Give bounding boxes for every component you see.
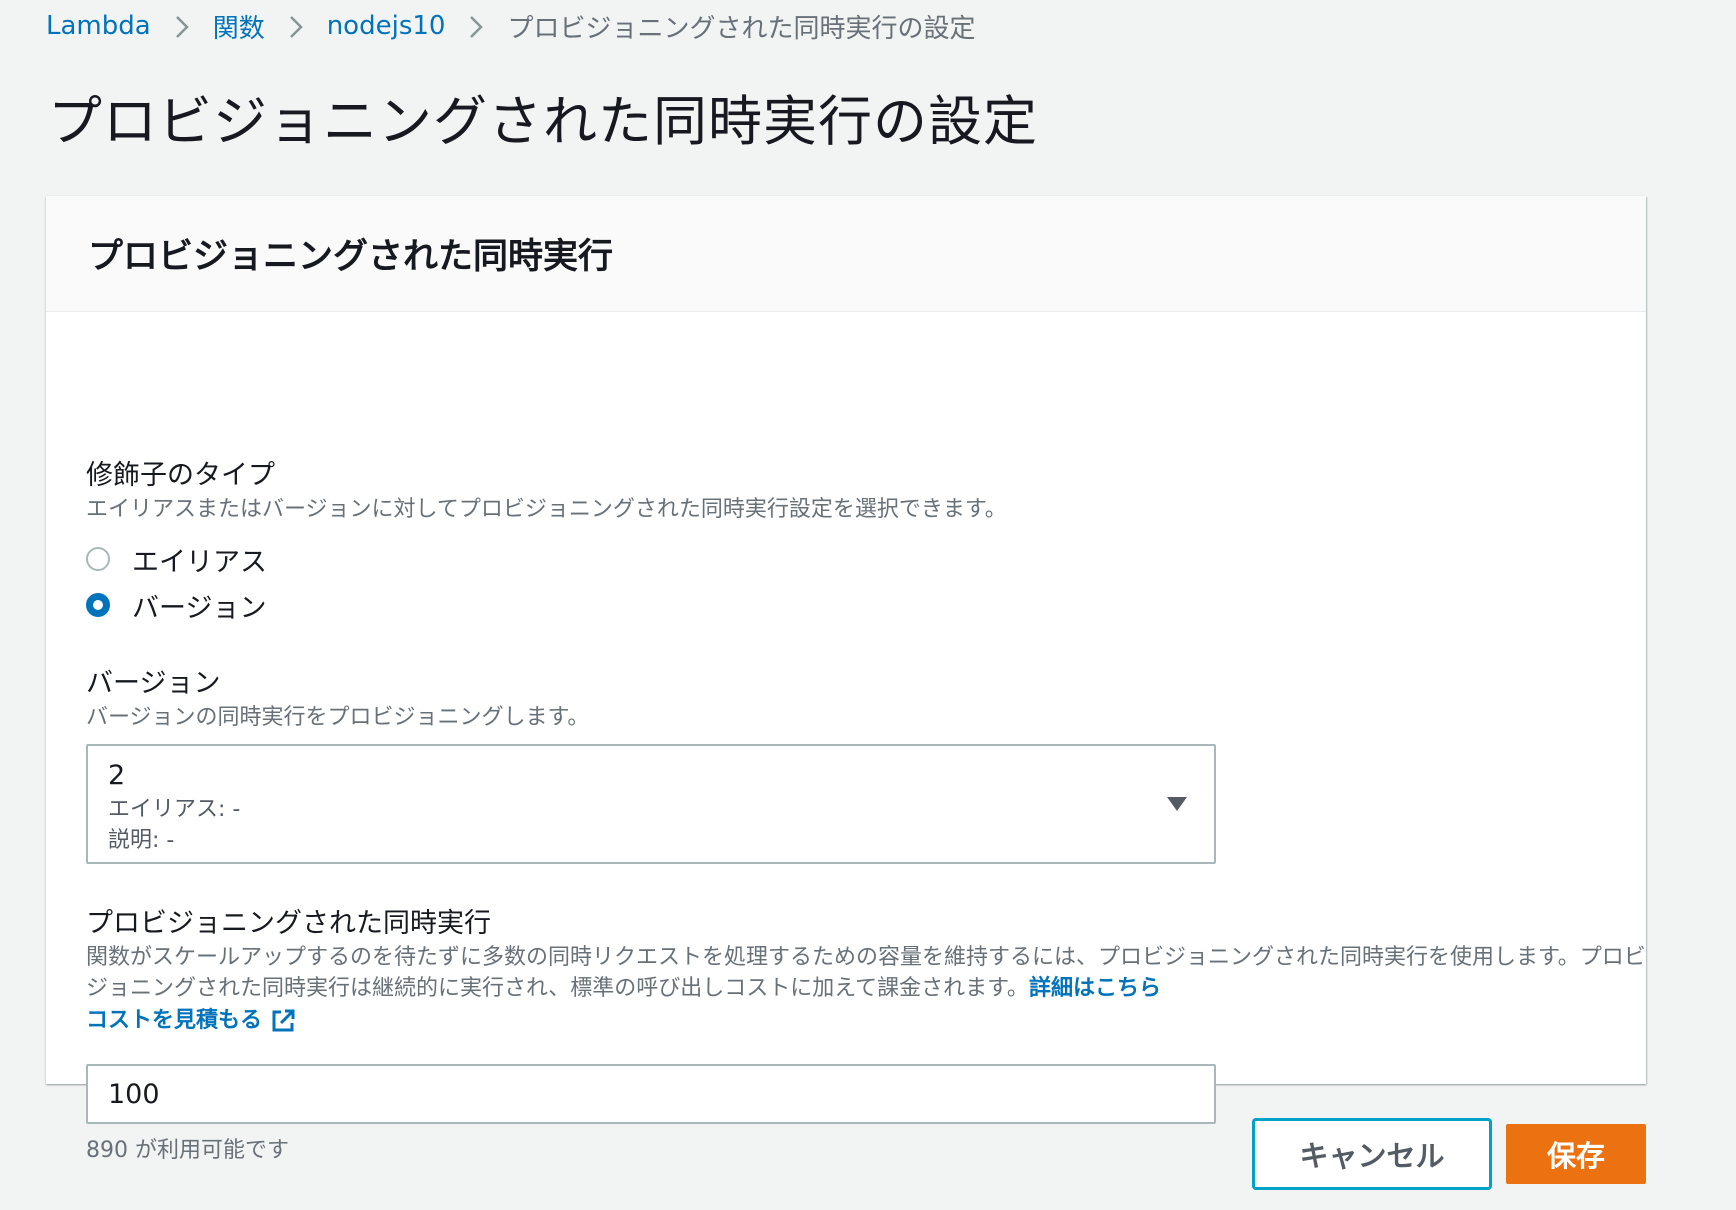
radio-option-alias[interactable]: エイリアス [86,534,1007,584]
breadcrumb-lambda[interactable]: Lambda [46,11,151,41]
radio-alias-label[interactable]: エイリアス [132,540,267,579]
qualifier-type-description: エイリアスまたはバージョンに対してプロビジョニングされた同時実行設定を選択できま… [86,497,1007,522]
breadcrumb-current: プロビジョニングされた同時実行の設定 [507,13,976,44]
chevron-right-icon [445,11,507,41]
estimate-cost-link[interactable]: コストを見積もる [86,1004,296,1038]
provisioned-concurrency-description: 関数がスケールアップするのを待たずに多数の同時リクエストを処理するための容量を維… [86,942,1646,1004]
external-link-icon [272,1009,295,1032]
breadcrumb-functions[interactable]: 関数 [213,8,265,45]
breadcrumb-function-name[interactable]: nodejs10 [327,11,446,41]
version-label: バージョン [86,668,221,699]
radio-option-version[interactable]: バージョン [86,580,1007,630]
save-button[interactable]: 保存 [1506,1124,1646,1184]
provisioned-concurrency-card: プロビジョニングされた同時実行 修飾子のタイプ エイリアスまたはバージョンに対し… [46,196,1646,1163]
learn-more-link[interactable]: 詳細はこちら [1029,976,1161,1001]
chevron-right-icon [265,11,327,41]
radio-version-label[interactable]: バージョン [132,586,266,625]
version-select[interactable]: 2 エイリアス: - 説明: - [86,744,1216,864]
radio-version[interactable] [86,593,110,617]
page-title: プロビジョニングされた同時実行の設定 [48,90,1038,153]
version-select-alias: エイリアス: - [108,797,241,822]
estimate-cost-label[interactable]: コストを見積もる [86,1004,262,1038]
version-select-value: 2 [108,760,126,791]
qualifier-type-field: 修飾子のタイプ エイリアスまたはバージョンに対してプロビジョニングされた同時実行… [86,458,1007,630]
cancel-button[interactable]: キャンセル [1252,1118,1492,1190]
card-header: プロビジョニングされた同時実行 [46,196,1646,312]
version-field: バージョン バージョンの同時実行をプロビジョニングします。 2 エイリアス: -… [86,666,1216,864]
provisioned-concurrency-description-text: 関数がスケールアップするのを待たずに多数の同時リクエストを処理するための容量を維… [86,945,1646,1001]
version-description: バージョンの同時実行をプロビジョニングします。 [86,705,590,730]
breadcrumb: Lambda 関数 nodejs10 プロビジョニングされた同時実行の設定 [46,6,975,46]
caret-down-icon [1166,796,1188,816]
qualifier-type-label: 修飾子のタイプ [86,460,275,491]
chevron-right-icon [151,11,213,41]
version-select-description: 説明: - [108,828,175,853]
provisioned-concurrency-label: プロビジョニングされた同時実行 [86,908,491,939]
radio-alias[interactable] [86,547,110,571]
provisioned-concurrency-input[interactable] [86,1064,1216,1124]
card-title: プロビジョニングされた同時実行 [88,237,614,277]
